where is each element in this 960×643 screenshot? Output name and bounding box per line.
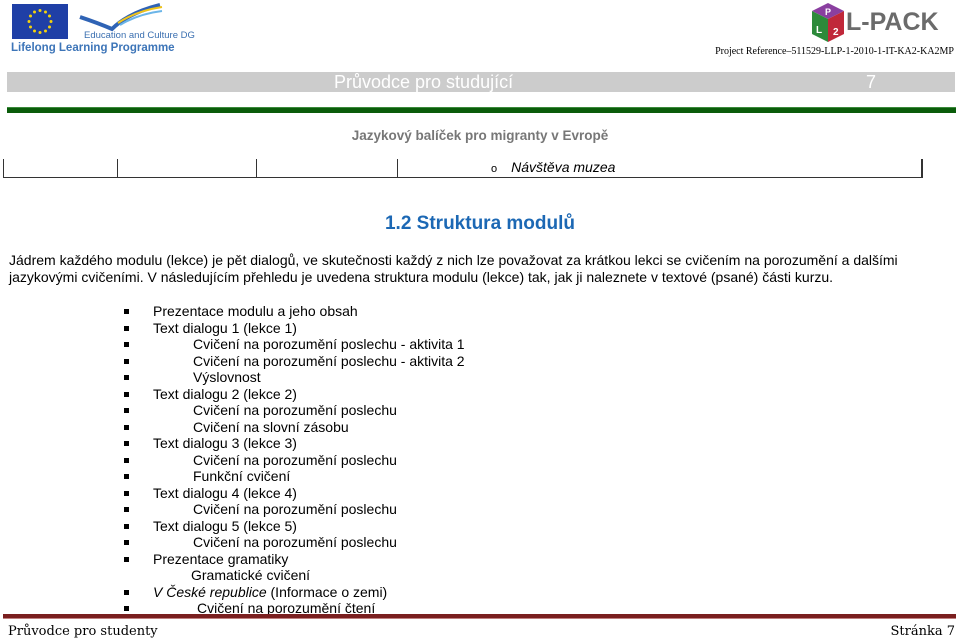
lpack-cube-icon: P L 2 xyxy=(812,3,844,42)
square-bullet-icon xyxy=(124,424,129,430)
square-bullet-icon xyxy=(124,556,129,562)
list-item-text: Cvičení na porozumění poslechu xyxy=(193,402,397,419)
llp-label: Lifelong Learning Programme xyxy=(11,42,175,54)
list-item-text: Cvičení na porozumění poslechu - aktivit… xyxy=(193,336,465,353)
table-fragment xyxy=(3,159,923,178)
eu-star-icon xyxy=(49,20,53,23)
square-bullet-icon xyxy=(124,441,129,446)
list-item-label: Gramatické cvičení xyxy=(191,567,311,583)
list-item-label: Text dialogu 1 (lekce 1) xyxy=(153,319,297,336)
list-item-text: Cvičení na porozumění poslechu xyxy=(193,501,397,518)
list-item-text: Text dialogu 2 (lekce 2) xyxy=(153,386,297,403)
square-bullet-icon xyxy=(124,408,129,413)
list-item-text: Cvičení na porozumění poslechu xyxy=(193,534,397,551)
cube-letter-2: 2 xyxy=(833,27,839,38)
square-bullet-icon xyxy=(124,490,129,496)
footer-title: Průvodce pro studenty xyxy=(8,624,158,639)
list-item-text: Prezentace modulu a jeho obsah xyxy=(153,303,358,320)
list-item-text: Text dialogu 4 (lekce 4) xyxy=(153,485,297,502)
list-item-label: Text dialogu 4 (lekce 4) xyxy=(153,484,297,501)
list-item-label: Cvičení na porozumění poslechu - aktivit… xyxy=(193,336,465,352)
square-bullet-icon xyxy=(124,457,129,463)
eu-star-icon xyxy=(38,31,42,34)
eu-star-icon xyxy=(38,9,42,12)
square-bullet-icon xyxy=(124,606,129,611)
table-cell-border xyxy=(3,159,4,177)
list-item-label: Cvičení na porozumění poslechu xyxy=(193,501,397,517)
list-item-label: Cvičení na slovní zásobu xyxy=(193,418,349,435)
table-item-museum-visit: o Návštěva muzea xyxy=(491,159,615,175)
list-item-text: Funkční cvičení xyxy=(193,468,290,485)
band-page-number: 7 xyxy=(866,72,877,92)
square-bullet-icon xyxy=(124,375,129,380)
eu-star-icon xyxy=(33,10,36,14)
square-bullet-icon xyxy=(124,589,129,595)
square-bullet-icon xyxy=(124,342,129,347)
footer-page-number: Stránka 7 xyxy=(890,624,956,639)
lpack-logo: P L 2 L-PACK xyxy=(810,2,960,46)
intro-paragraph: Jádrem každého modulu (lekce) je pět dia… xyxy=(9,252,898,285)
square-bullet-icon xyxy=(124,309,129,314)
eu-dg-label: Education and Culture DG xyxy=(84,30,195,41)
table-cell-border xyxy=(921,159,923,177)
eu-star-icon xyxy=(27,20,31,23)
eu-star-icon xyxy=(44,29,47,33)
band-title: Průvodce pro studující xyxy=(334,72,514,92)
list-item-label: Text dialogu 3 (lekce 3) xyxy=(153,435,297,451)
list-item-text: V České republice (Informace o zemi) xyxy=(153,584,387,601)
list-item-label: V České republice xyxy=(153,583,267,600)
square-bullet-icon xyxy=(124,540,129,545)
list-item-text: Text dialogu 3 (lekce 3) xyxy=(153,435,297,452)
list-item-text: Výslovnost xyxy=(193,369,261,386)
square-bullet-icon xyxy=(124,358,129,364)
item-text: Návštěva muzea xyxy=(511,159,616,175)
eu-star-icon xyxy=(48,25,51,29)
table-cell-border xyxy=(117,159,118,177)
circle-bullet-icon: o xyxy=(491,163,498,175)
square-bullet-icon xyxy=(124,507,129,512)
list-item-label: Funkční cvičení xyxy=(193,468,291,484)
footer-divider xyxy=(3,614,956,619)
project-reference: Project Reference–511529-LLP-1-2010-1-IT… xyxy=(715,46,954,57)
list-item-text: Cvičení na porozumění poslechu xyxy=(193,452,397,469)
eu-star-icon xyxy=(29,14,32,18)
list-item-text: Prezentace gramatiky xyxy=(153,551,288,568)
eu-star-icon xyxy=(33,29,36,33)
square-bullet-icon xyxy=(124,474,129,479)
list-item-text: Gramatické cvičení xyxy=(191,567,310,584)
table-cell-border xyxy=(397,159,398,177)
list-item-label: Výslovnost xyxy=(193,369,261,385)
eu-lifelong-learning-logo: Education and Culture DG Lifelong Learni… xyxy=(10,3,195,55)
eu-star-icon xyxy=(29,25,32,29)
list-item-label: Cvičení na porozumění poslechu xyxy=(193,402,397,418)
list-item-text: Text dialogu 5 (lekce 5) xyxy=(153,518,297,535)
list-item-text: Cvičení na porozumění poslechu - aktivit… xyxy=(193,353,465,370)
cube-letter-l: L xyxy=(816,25,822,36)
list-item-label: Text dialogu 5 (lekce 5) xyxy=(153,517,297,534)
section-heading: 1.2 Struktura modulů xyxy=(384,213,576,234)
square-bullet-icon xyxy=(124,523,129,529)
list-item-label: Prezentace modulu a jeho obsah xyxy=(153,303,358,319)
list-item-label: Cvičení na porozumění poslechu - aktivit… xyxy=(193,352,465,369)
square-bullet-icon xyxy=(124,325,129,331)
llp-swoosh-icon xyxy=(79,3,163,32)
list-item-text: Text dialogu 1 (lekce 1) xyxy=(153,320,297,337)
list-item-suffix: (Informace o zemi) xyxy=(266,583,388,600)
cube-letter-p: P xyxy=(825,7,831,17)
document-subtitle: Jazykový balíček pro migranty v Evropě xyxy=(351,128,609,143)
eu-flag-icon xyxy=(12,4,68,39)
list-item-label: Cvičení na porozumění poslechu xyxy=(193,451,397,468)
eu-star-icon xyxy=(44,10,47,14)
lpack-wordmark: L-PACK xyxy=(846,8,939,36)
list-item-label: Text dialogu 2 (lekce 2) xyxy=(153,385,297,402)
green-divider xyxy=(7,107,956,113)
list-item-label: Prezentace gramatiky xyxy=(153,550,289,567)
list-item-label: Cvičení na porozumění poslechu xyxy=(193,534,397,550)
list-item-text: Cvičení na slovní zásobu xyxy=(193,419,349,436)
table-cell-border xyxy=(256,159,257,177)
square-bullet-icon xyxy=(124,391,129,397)
eu-star-icon xyxy=(48,14,51,18)
